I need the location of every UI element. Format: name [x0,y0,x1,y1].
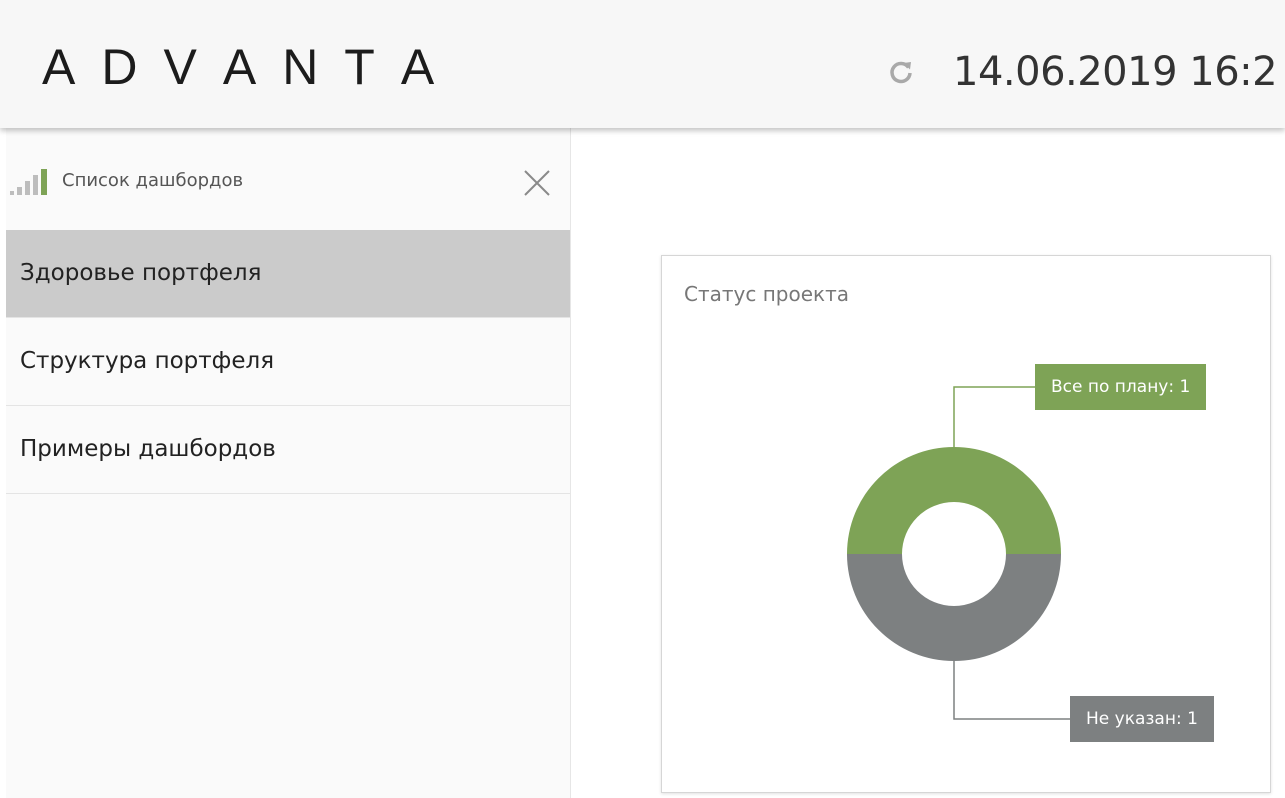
sidebar-item-dashboard-examples[interactable]: Примеры дашбордов [6,406,570,494]
close-icon[interactable] [522,168,552,198]
sidebar-title: Список дашбордов [62,170,244,191]
last-refresh-datetime: 14.06.2019 16:2 [953,49,1278,95]
logo-letter: A [400,39,435,95]
logo-letter: V [163,39,197,95]
project-status-widget[interactable]: Статус проекта Все по плану: 1 Не указан… [661,255,1271,793]
dashboard-list-sidebar: Список дашбордов Здоровье портфеля Струк… [6,128,571,798]
label-leader-line [953,386,1035,447]
sidebar-item-portfolio-structure[interactable]: Структура портфеля [6,318,570,406]
logo-letter: D [101,39,138,95]
refresh-icon[interactable] [888,59,914,85]
chart-label-not-specified: Не указан: 1 [1070,696,1214,742]
sidebar-item-label: Структура портфеля [20,348,275,374]
chart-label-on-plan: Все по плану: 1 [1035,364,1207,410]
logo-letter: A [222,39,257,95]
sidebar-header: Список дашбордов [6,128,570,230]
donut-slice[interactable] [847,447,1061,554]
logo-letter: T [344,39,375,95]
logo-letter: N [282,39,319,95]
logo-letter: A [42,39,76,95]
donut-slice[interactable] [847,554,1061,661]
label-leader-line [953,661,1070,720]
sidebar-item-label: Здоровье портфеля [20,260,262,286]
sidebar-item-label: Примеры дашбордов [20,436,276,462]
sidebar-item-portfolio-health[interactable]: Здоровье портфеля [6,230,570,318]
advanta-logo[interactable]: A D V A N T A [42,38,434,96]
bar-chart-icon [10,169,47,195]
top-header: A D V A N T A 14.06.2019 16:2 [0,0,1285,128]
